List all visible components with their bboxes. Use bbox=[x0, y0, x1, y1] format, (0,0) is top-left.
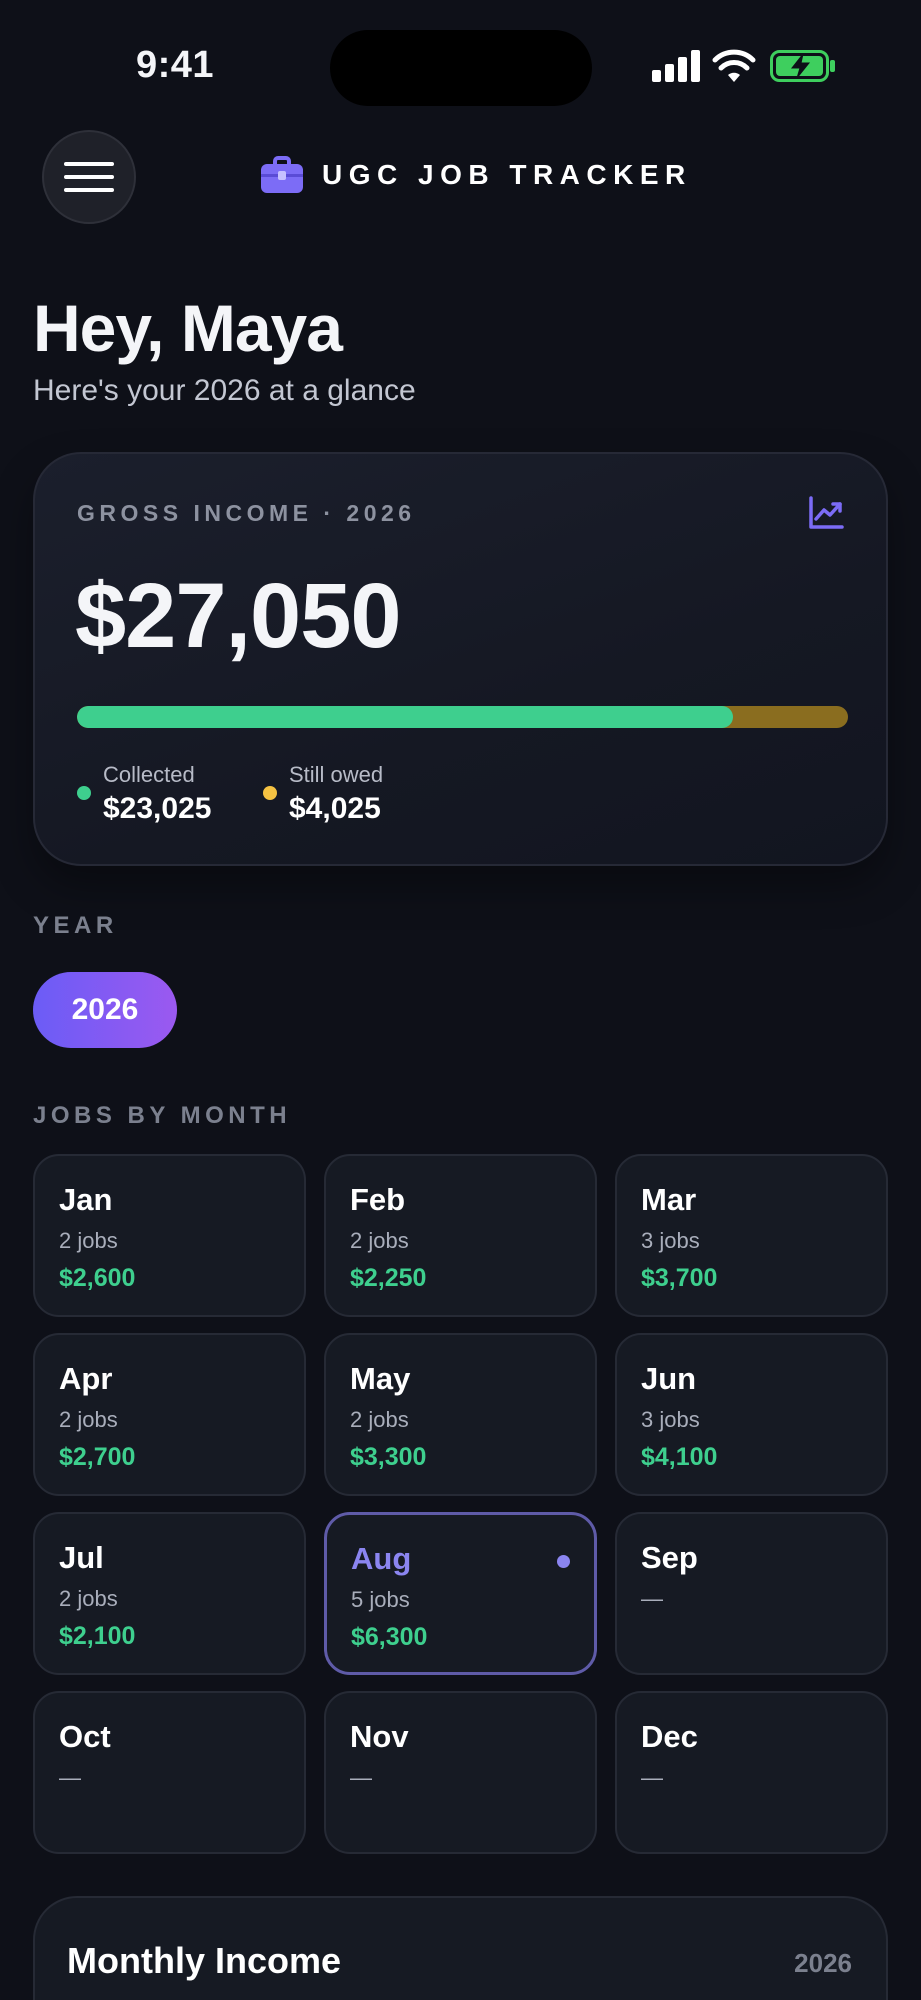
month-card-sep[interactable]: Sep — bbox=[615, 1512, 888, 1675]
monthly-income-card[interactable]: Monthly Income 2026 bbox=[33, 1896, 888, 2000]
owed-label: Still owed bbox=[289, 762, 384, 787]
month-name: Jan bbox=[59, 1182, 113, 1217]
battery-charging-icon bbox=[770, 50, 835, 82]
gross-income-card[interactable]: GROSS INCOME · 2026 $27,050 Collected $2… bbox=[33, 452, 888, 866]
gross-income-label: GROSS INCOME · 2026 bbox=[77, 500, 416, 526]
collected-progress-fill bbox=[77, 706, 734, 728]
month-amount: $2,700 bbox=[59, 1443, 136, 1471]
collection-progress-bar bbox=[77, 706, 848, 728]
status-time: 9:41 bbox=[136, 44, 215, 86]
monthly-income-year: 2026 bbox=[794, 1948, 852, 1978]
month-card-apr[interactable]: Apr 2 jobs $2,700 bbox=[33, 1333, 306, 1496]
month-card-feb[interactable]: Feb 2 jobs $2,250 bbox=[324, 1154, 597, 1317]
month-name: Apr bbox=[59, 1361, 113, 1396]
month-amount: $6,300 bbox=[351, 1623, 428, 1651]
month-name: Jul bbox=[59, 1540, 104, 1575]
month-amount: $3,700 bbox=[641, 1264, 718, 1292]
collected-legend: Collected $23,025 bbox=[77, 762, 211, 826]
month-job-count: 2 jobs bbox=[59, 1228, 118, 1253]
month-job-count: 3 jobs bbox=[641, 1407, 700, 1432]
greeting-title: Hey, Maya bbox=[33, 291, 343, 365]
owed-dot bbox=[263, 786, 277, 800]
briefcase-icon bbox=[261, 156, 303, 193]
trending-up-icon[interactable] bbox=[808, 496, 844, 530]
month-job-count: — bbox=[641, 1586, 663, 1611]
app-title: UGC JOB TRACKER bbox=[322, 159, 692, 190]
month-job-count: 2 jobs bbox=[350, 1407, 409, 1432]
month-job-count: 2 jobs bbox=[350, 1228, 409, 1253]
month-name: Nov bbox=[350, 1719, 409, 1754]
owed-legend: Still owed $4,025 bbox=[263, 762, 383, 826]
year-chip-2026[interactable]: 2026 bbox=[33, 972, 177, 1048]
month-card-jul[interactable]: Jul 2 jobs $2,100 bbox=[33, 1512, 306, 1675]
menu-button[interactable] bbox=[42, 130, 136, 224]
month-job-count: — bbox=[350, 1765, 372, 1790]
month-name: Mar bbox=[641, 1182, 697, 1217]
collected-label: Collected bbox=[103, 762, 195, 787]
month-name: Jun bbox=[641, 1361, 697, 1396]
collected-value: $23,025 bbox=[103, 792, 212, 825]
current-month-indicator bbox=[557, 1555, 570, 1568]
month-job-count: 3 jobs bbox=[641, 1228, 700, 1253]
month-card-jun[interactable]: Jun 3 jobs $4,100 bbox=[615, 1333, 888, 1496]
month-card-nov[interactable]: Nov — bbox=[324, 1691, 597, 1854]
month-job-count: — bbox=[641, 1765, 663, 1790]
app-screen: 9:41 UGC JOB TRACKER Hey, Maya Here's yo… bbox=[0, 0, 921, 2000]
month-name: May bbox=[350, 1361, 411, 1396]
month-name: Feb bbox=[350, 1182, 406, 1217]
month-amount: $2,100 bbox=[59, 1622, 136, 1650]
month-card-jan[interactable]: Jan 2 jobs $2,600 bbox=[33, 1154, 306, 1317]
month-card-aug[interactable]: Aug 5 jobs $6,300 bbox=[324, 1512, 597, 1675]
month-card-mar[interactable]: Mar 3 jobs $3,700 bbox=[615, 1154, 888, 1317]
app-brand: UGC JOB TRACKER bbox=[260, 156, 692, 194]
year-section-label: YEAR bbox=[33, 912, 118, 939]
dynamic-island bbox=[330, 30, 592, 106]
month-job-count: 2 jobs bbox=[59, 1586, 118, 1611]
month-job-count: 2 jobs bbox=[59, 1407, 118, 1432]
gross-income-total: $27,050 bbox=[75, 565, 402, 667]
month-card-oct[interactable]: Oct — bbox=[33, 1691, 306, 1854]
hamburger-icon bbox=[64, 162, 114, 166]
month-name: Aug bbox=[351, 1541, 412, 1576]
month-job-count: 5 jobs bbox=[351, 1587, 410, 1612]
month-card-dec[interactable]: Dec — bbox=[615, 1691, 888, 1854]
monthly-income-title: Monthly Income bbox=[67, 1940, 342, 1981]
month-name: Sep bbox=[641, 1540, 698, 1575]
month-amount: $2,250 bbox=[350, 1264, 427, 1292]
owed-value: $4,025 bbox=[289, 792, 381, 825]
wifi-icon bbox=[712, 49, 756, 82]
collected-dot bbox=[77, 786, 91, 800]
month-name: Dec bbox=[641, 1719, 698, 1754]
cellular-signal-icon bbox=[652, 50, 700, 82]
month-job-count: — bbox=[59, 1765, 81, 1790]
month-grid: Jan 2 jobs $2,600 Feb 2 jobs $2,250 Mar 3 jobs $… bbox=[33, 1154, 888, 1854]
greeting-subtitle: Here's your 2026 at a glance bbox=[33, 374, 416, 407]
jobs-by-month-label: JOBS BY MONTH bbox=[33, 1102, 292, 1129]
month-amount: $2,600 bbox=[59, 1264, 136, 1292]
month-amount: $3,300 bbox=[350, 1443, 427, 1471]
month-amount: $4,100 bbox=[641, 1443, 718, 1471]
month-card-may[interactable]: May 2 jobs $3,300 bbox=[324, 1333, 597, 1496]
month-name: Oct bbox=[59, 1719, 111, 1754]
